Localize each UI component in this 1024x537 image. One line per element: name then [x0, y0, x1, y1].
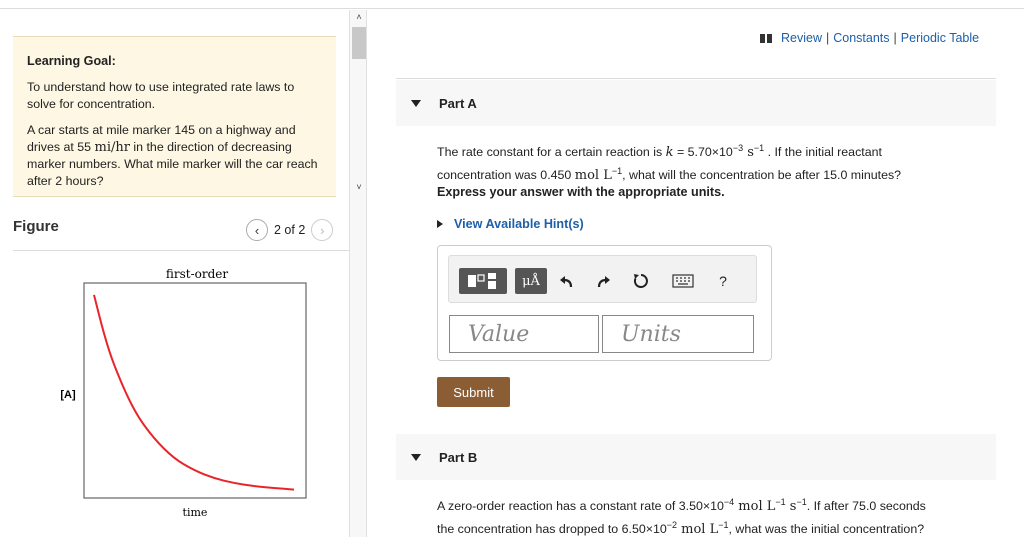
units-input[interactable]: Units — [602, 315, 754, 353]
q-text: A zero-order reaction has a constant rat… — [437, 499, 724, 513]
periodic-table-link[interactable]: Periodic Table — [901, 31, 979, 45]
chart-xlabel: time — [183, 506, 208, 519]
link-separator: | — [893, 31, 897, 45]
figure-title: Figure — [13, 218, 59, 235]
first-order-chart: first-order [A] time — [60, 267, 307, 519]
redo-button[interactable] — [591, 268, 615, 294]
q-k-symbol: k — [665, 145, 674, 160]
keyboard-icon — [672, 274, 694, 288]
keyboard-button[interactable] — [669, 268, 697, 294]
answer-toolbar: μÅ ? — [448, 255, 757, 303]
undo-icon — [560, 276, 573, 288]
next-figure-button[interactable]: › — [311, 219, 334, 241]
redo-icon — [597, 276, 610, 288]
part-b-question-line1: A zero-order reaction has a constant rat… — [437, 493, 926, 516]
q-exponent: −1 — [753, 143, 765, 153]
q-text: . If the initial reactant — [764, 145, 882, 159]
chart-title: first-order — [166, 267, 229, 281]
resource-links: Review | Constants | Periodic Table — [760, 31, 979, 45]
undo-button[interactable] — [555, 268, 579, 294]
q-exponent: −2 — [666, 520, 678, 530]
collapse-triangle-icon — [411, 99, 421, 107]
scroll-thumb[interactable] — [352, 27, 366, 59]
scroll-up-icon[interactable]: ˄ — [350, 12, 368, 26]
right-divider — [396, 78, 996, 79]
part-a-question-line1: The rate constant for a certain reaction… — [437, 139, 901, 162]
hint-label: View Available Hint(s) — [454, 217, 584, 231]
chevron-right-icon: › — [320, 222, 325, 238]
value-input[interactable]: Value — [449, 315, 599, 353]
part-a-label: Part A — [439, 95, 477, 111]
speed-unit: mi/hr — [94, 140, 130, 155]
book-icon — [760, 33, 772, 43]
link-separator: | — [826, 31, 830, 45]
answer-instruction: Express your answer with the appropriate… — [437, 185, 725, 199]
learning-goal-text: To understand how to use integrated rate… — [27, 80, 295, 111]
q-exponent: −1 — [718, 520, 729, 530]
q-unit: s — [743, 145, 754, 160]
top-divider — [0, 8, 1024, 9]
templates-icon — [468, 273, 496, 289]
q-text: . If after 75.0 seconds — [806, 499, 926, 513]
part-b-header[interactable]: Part B — [396, 434, 996, 480]
part-a-question: The rate constant for a certain reaction… — [437, 139, 901, 185]
figure-divider — [13, 250, 353, 251]
q-text: , what was the initial concentration? — [728, 522, 925, 536]
app-root: Learning Goal: To understand how to use … — [0, 0, 1024, 537]
part-a-question-line2: concentration was 0.450 mol L−1, what wi… — [437, 162, 901, 185]
part-b-question-line2: the concentration has dropped to 6.50×10… — [437, 516, 926, 537]
chevron-left-icon: ‹ — [254, 222, 260, 238]
chart-ylabel: [A] — [60, 389, 76, 401]
q-text: the concentration has dropped to 6.50×10 — [437, 522, 667, 536]
series-line-0 — [93, 294, 295, 491]
reset-icon — [633, 274, 648, 288]
help-button[interactable]: ? — [711, 268, 735, 294]
review-link[interactable]: Review — [781, 31, 822, 45]
view-hints-link[interactable]: View Available Hint(s) — [437, 217, 584, 231]
q-unit: mol L — [677, 522, 719, 537]
learning-goal-title: Learning Goal: — [27, 54, 116, 68]
chart-frame — [83, 282, 307, 499]
q-unit: mol L — [574, 168, 612, 183]
constants-link[interactable]: Constants — [833, 31, 889, 45]
q-text: concentration was 0.450 — [437, 168, 575, 182]
left-panel-scrollbar[interactable]: ˄ ˅ — [349, 10, 367, 537]
submit-button[interactable]: Submit — [437, 377, 510, 407]
part-a-header[interactable]: Part A — [396, 80, 996, 126]
q-exponent: −1 — [611, 166, 623, 176]
scroll-down-icon[interactable]: ˅ — [350, 182, 368, 196]
q-text: = 5.70×10 — [673, 145, 733, 159]
units-button[interactable]: μÅ — [515, 268, 547, 294]
reset-button[interactable] — [629, 268, 653, 294]
answer-box: μÅ ? Value Units — [437, 245, 772, 361]
learning-goal-box: Learning Goal: To understand how to use … — [13, 36, 336, 197]
q-exponent: −1 — [796, 497, 807, 507]
q-exponent: −4 — [723, 497, 735, 507]
q-exponent: −3 — [732, 143, 744, 153]
q-text: , what will the concentration be after 1… — [622, 168, 902, 182]
figure-pager: ‹ 2 of 2 › — [246, 219, 334, 241]
pager-label: 2 of 2 — [274, 223, 306, 237]
prev-figure-button[interactable]: ‹ — [246, 219, 268, 241]
q-unit: mol L — [734, 499, 776, 514]
templates-button[interactable] — [459, 268, 507, 294]
collapse-triangle-icon — [411, 453, 421, 461]
part-b-label: Part B — [439, 449, 478, 465]
part-b-question: A zero-order reaction has a constant rat… — [437, 493, 926, 537]
q-exponent: −1 — [775, 497, 786, 507]
expand-triangle-icon — [437, 220, 443, 228]
q-text: The rate constant for a certain reaction… — [437, 145, 666, 159]
learning-goal-example: A car starts at mile marker 145 on a hig… — [27, 122, 322, 190]
q-unit: s — [785, 499, 797, 514]
